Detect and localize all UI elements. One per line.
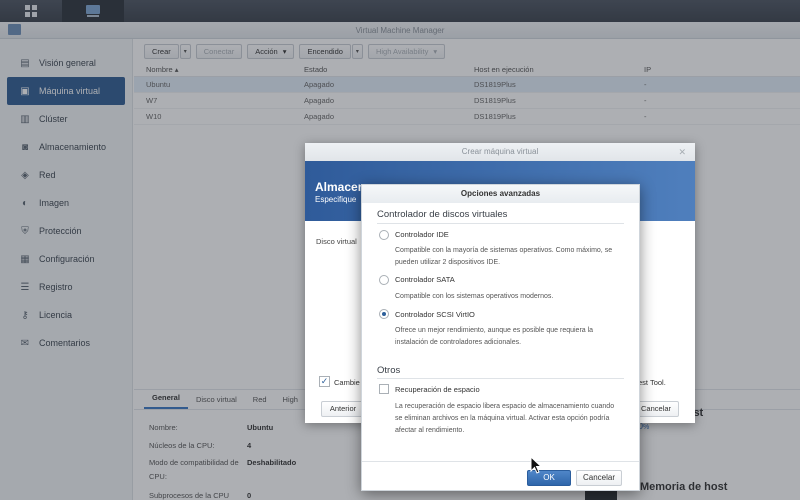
dialog-footer-divider (362, 461, 639, 462)
option-desc-space-reclamation: La recuperación de espacio libera espaci… (395, 403, 615, 434)
cancel-button[interactable]: Cancelar (576, 470, 622, 486)
mouse-cursor-icon (530, 456, 543, 474)
advanced-options-dialog: Opciones avanzadas Controlador de discos… (361, 184, 640, 491)
option-label-space-reclamation: Recuperación de espacio (395, 385, 480, 394)
checkbox-space-reclamation[interactable] (379, 384, 389, 394)
option-desc-scsi-virtio: Ofrece un mejor rendimiento, aunque es p… (395, 327, 594, 346)
radio-sata[interactable] (379, 275, 389, 285)
option-desc-sata: Compatible con los sistemas operativos m… (395, 293, 554, 300)
section-title-controller: Controlador de discos virtuales (377, 209, 508, 220)
checkmark-icon: ✓ (320, 376, 329, 386)
close-icon[interactable]: ✕ (678, 143, 686, 161)
wizard-titlebar: Crear máquina virtual ✕ (305, 143, 695, 161)
option-desc-ide: Compatible con la mayoría de sistemas op… (395, 247, 613, 266)
section-title-others: Otros (377, 365, 401, 376)
radio-ide[interactable] (379, 230, 389, 240)
back-button[interactable]: Anterior (321, 401, 365, 417)
section-divider (377, 378, 624, 379)
wizard-text-fragment: est Tool. (638, 378, 666, 387)
radio-scsi-virtio[interactable] (379, 309, 389, 319)
section-divider (377, 223, 624, 224)
option-label-sata: Controlador SATA (395, 275, 455, 284)
dialog-title: Opciones avanzadas (362, 185, 639, 203)
option-label-scsi-virtio: Controlador SCSI VirtIO (395, 310, 475, 319)
wizard-checkbox-label: Cambie (334, 378, 360, 387)
wizard-checkbox[interactable]: ✓ (319, 376, 330, 387)
virtual-disk-label: Disco virtual (316, 237, 357, 246)
option-label-ide: Controlador IDE (395, 230, 449, 239)
